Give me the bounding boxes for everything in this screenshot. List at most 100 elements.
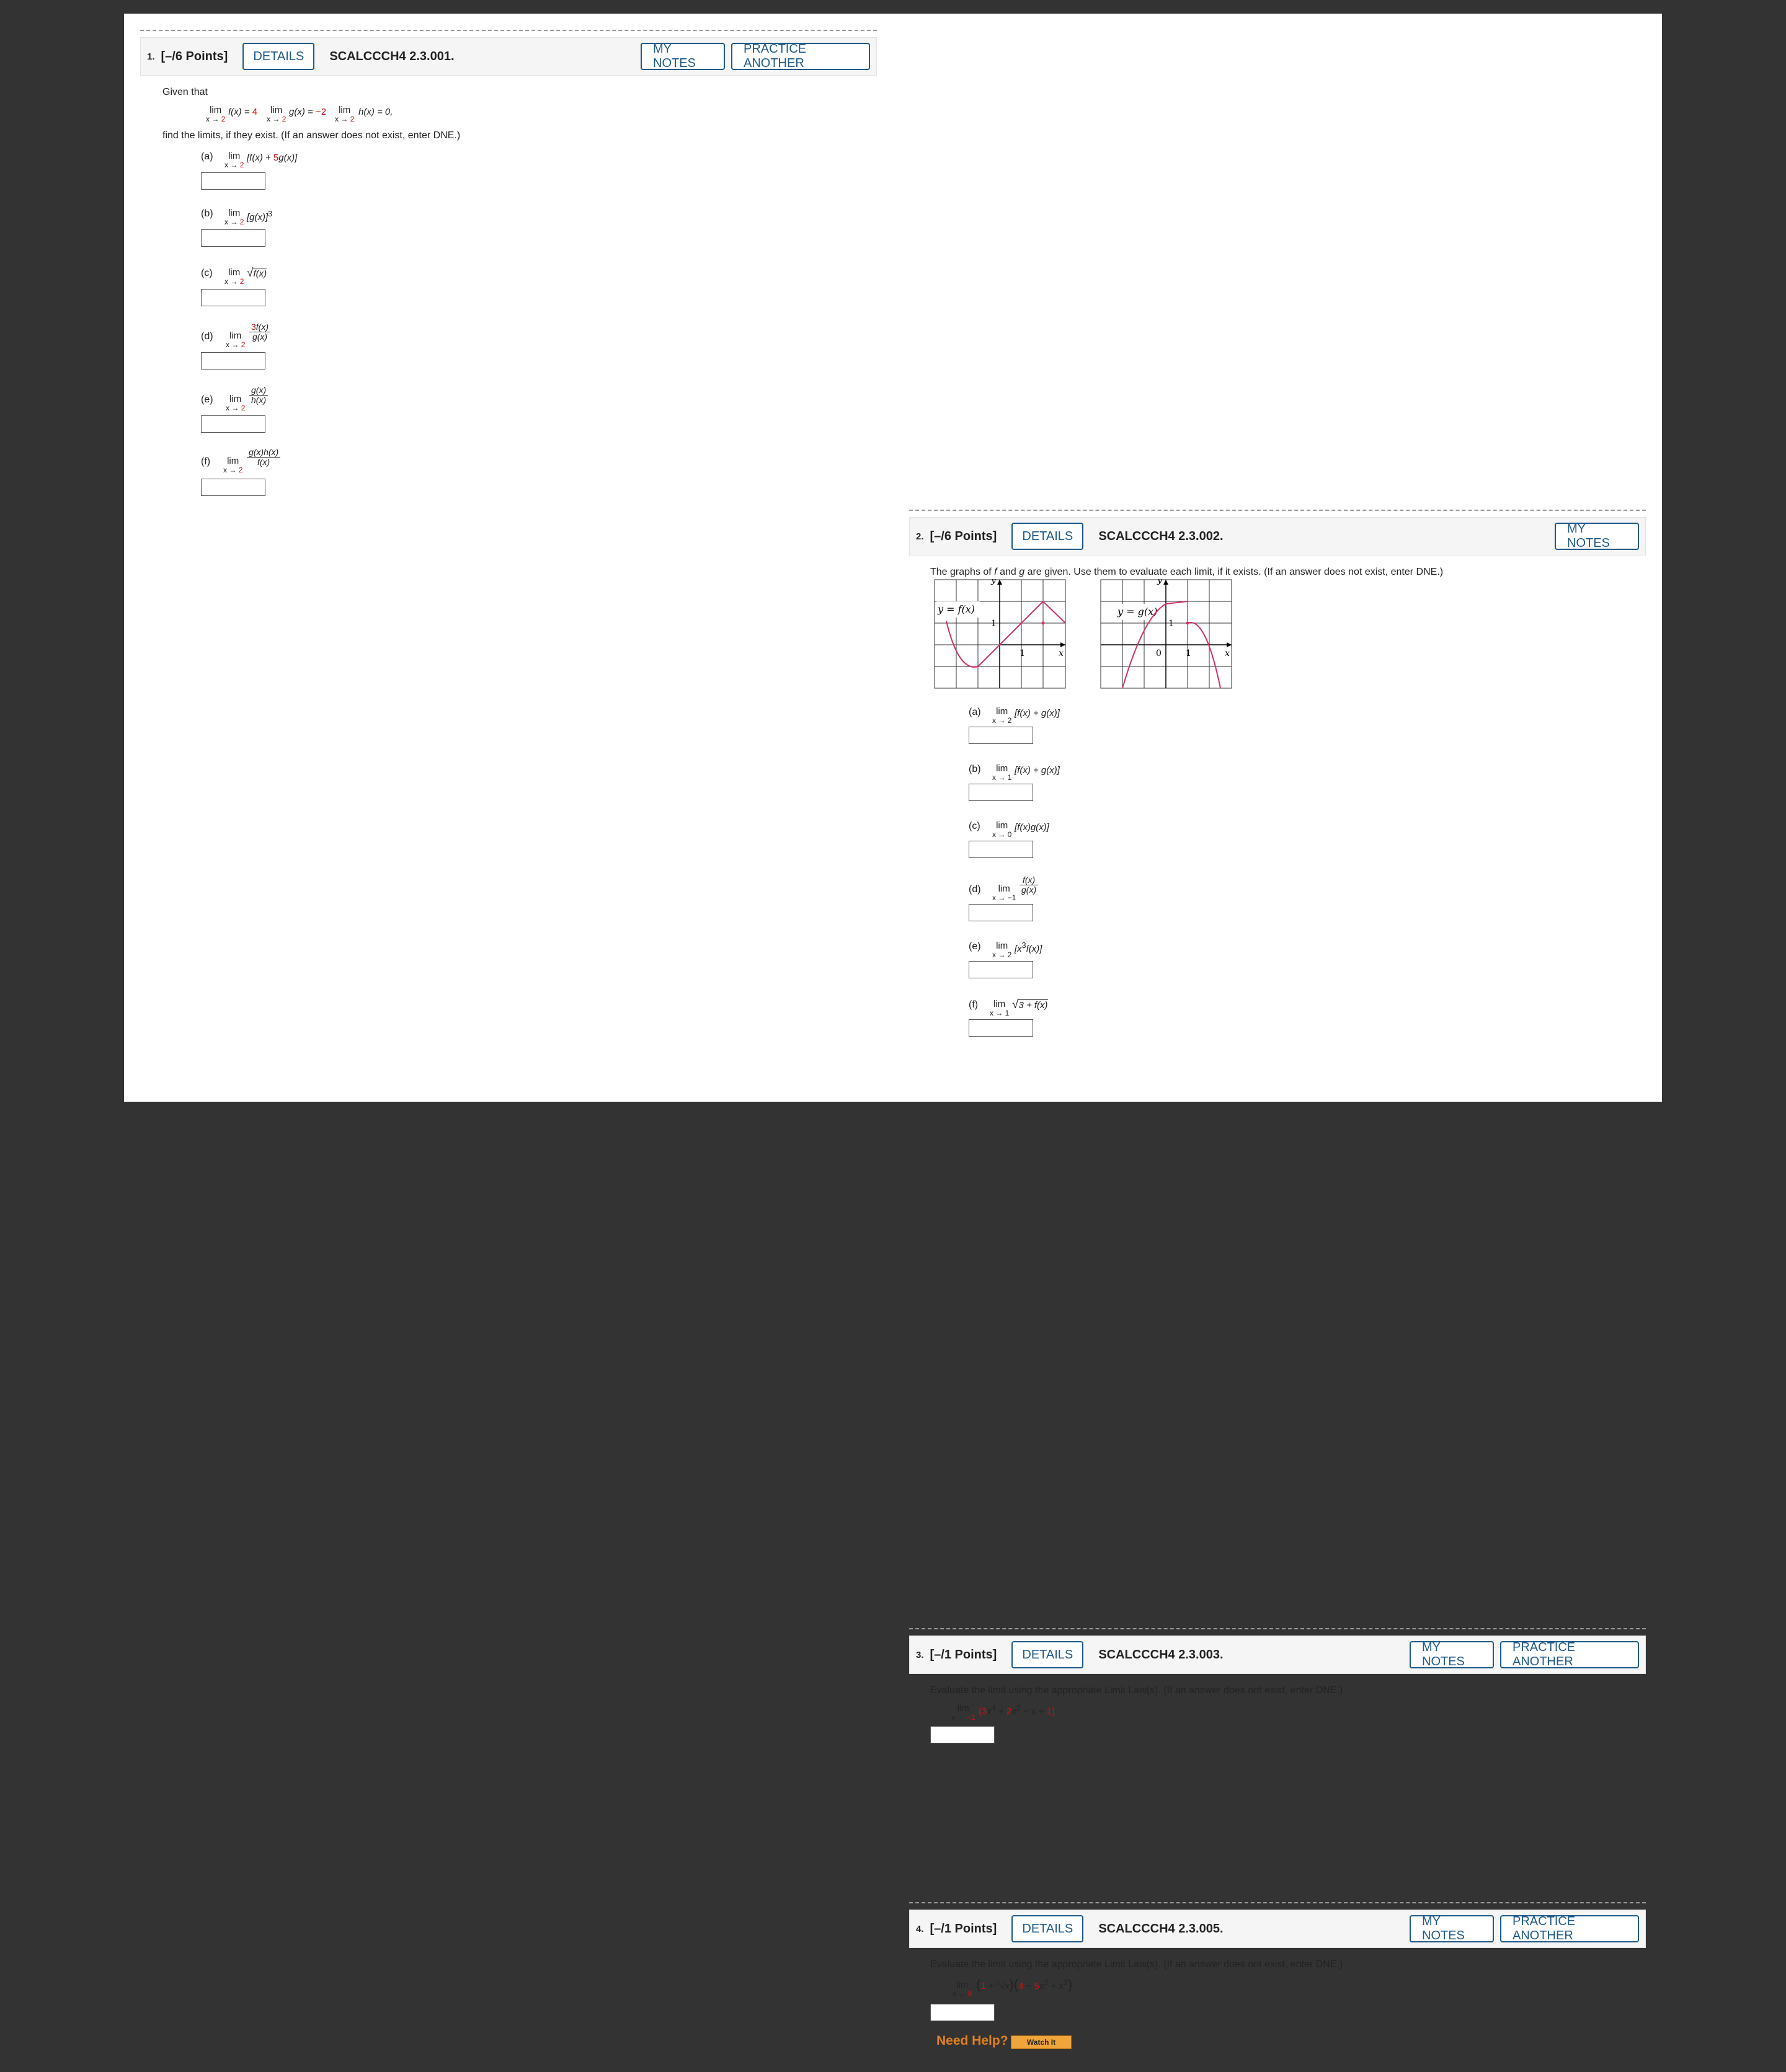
separator	[909, 1628, 1646, 1629]
given-text: Given that	[162, 87, 208, 97]
graph-f-label: y = f(x)	[937, 603, 975, 615]
part-f-label: (f)	[201, 456, 211, 467]
answer-input-d[interactable]	[969, 904, 1033, 921]
part-d-limit: lim x → 2	[226, 330, 246, 349]
question-number: 4.	[916, 1923, 924, 1934]
details-button[interactable]: DETAILS	[1011, 1915, 1084, 1942]
given-limit-g: lim x → 2	[267, 105, 287, 123]
details-button[interactable]: DETAILS	[1011, 1641, 1084, 1668]
answer-input-a[interactable]	[201, 172, 265, 190]
question-header: 3. [–/1 Points] DETAILS SCALCCCH4 2.3.00…	[909, 1636, 1646, 1674]
question-3: 3. [–/1 Points] DETAILS SCALCCCH4 2.3.00…	[909, 1628, 1646, 1761]
intro-text: The graphs of f and g are given. Use the…	[930, 567, 1444, 577]
given-limit-h: lim x → 2	[335, 105, 355, 123]
my-notes-button[interactable]: MY NOTES	[1410, 1640, 1494, 1668]
question-4: 4. [–/1 Points] DETAILS SCALCCCH4 2.3.00…	[909, 1902, 1646, 2072]
part-f-limit: lim x → 1	[990, 999, 1010, 1017]
answer-input-b[interactable]	[201, 229, 265, 247]
graph-g: y = g(x) y x 1 1 0	[1100, 579, 1232, 689]
graph-g-curve-right	[1187, 622, 1221, 689]
answer-input-f[interactable]	[969, 1019, 1033, 1037]
my-notes-button[interactable]: MY NOTES	[1555, 522, 1639, 550]
question-number: 1.	[147, 51, 155, 62]
question-header: 2. [–/6 Points] DETAILS SCALCCCH4 2.3.00…	[909, 517, 1646, 556]
graph-g-tick-x: 1	[1186, 649, 1191, 658]
practice-another-button[interactable]: PRACTICE ANOTHER	[1500, 1915, 1639, 1942]
answer-input-e[interactable]	[969, 961, 1033, 978]
answer-input-b[interactable]	[969, 784, 1033, 801]
details-button[interactable]: DETAILS	[1011, 523, 1084, 550]
part-a-limit: lim x → 2	[992, 706, 1012, 725]
part-a-expr: [f(x) + 5g(x)]	[247, 153, 298, 163]
part-c-limit: lim x → 2	[224, 267, 244, 286]
graph-f-y-label: y	[990, 579, 997, 585]
graph-g-tick-y: 1	[1168, 619, 1174, 629]
question-code: SCALCCCH4 2.3.005.	[1098, 1921, 1224, 1936]
part-c-expr: √f(x)	[247, 267, 267, 280]
question-body: Evaluate the limit using the appropriate…	[909, 1948, 1646, 2072]
part-b-limit: lim x → 1	[992, 763, 1012, 782]
answer-input-d[interactable]	[201, 352, 265, 370]
part-d-expr: 3f(x) g(x)	[249, 322, 271, 342]
question-points: [–/6 Points]	[161, 49, 228, 63]
answer-input-a[interactable]	[969, 727, 1033, 744]
part-d-label: (d)	[969, 884, 981, 895]
part-a-label: (a)	[201, 151, 213, 162]
question-header: 4. [–/1 Points] DETAILS SCALCCCH4 2.3.00…	[909, 1910, 1646, 1948]
part-f-expr: g(x)h(x) f(x)	[247, 447, 281, 467]
graph-g-point	[1186, 621, 1189, 625]
question-body: Evaluate the limit using the appropriate…	[909, 1674, 1646, 1761]
my-notes-button[interactable]: MY NOTES	[641, 42, 725, 70]
answer-input-f[interactable]	[201, 479, 265, 496]
separator	[140, 30, 877, 31]
answer-input-c[interactable]	[969, 841, 1033, 858]
practice-another-button[interactable]: PRACTICE ANOTHER	[1500, 1640, 1639, 1668]
part-b-limit: lim x → 2	[224, 208, 244, 226]
graph-f-tick-x: 1	[1020, 649, 1025, 658]
part-e-limit: lim x → 2	[226, 394, 246, 412]
separator	[909, 510, 1646, 511]
graph-f-point	[1041, 621, 1045, 625]
details-button[interactable]: DETAILS	[242, 43, 315, 70]
part-e-label: (e)	[201, 394, 213, 405]
limit-expr: (1 + 3√x)(4 − 5x2 + x3)	[976, 1977, 1073, 1992]
given-limit-f: lim x → 2	[206, 105, 226, 123]
part-c-label: (c)	[969, 821, 980, 831]
answer-input[interactable]	[930, 2004, 995, 2021]
part-a-label: (a)	[969, 707, 981, 717]
given-expr-f: f(x) = 4	[228, 107, 258, 117]
instruction-text: Evaluate the limit using the appropriate…	[930, 1959, 1343, 1970]
my-notes-button[interactable]: MY NOTES	[1410, 1915, 1494, 1942]
part-b-expr: [f(x) + g(x)]	[1015, 765, 1060, 776]
watch-it-button[interactable]: Watch It	[1011, 2035, 1072, 2049]
question-1: 1. [–/6 Points] DETAILS SCALCCCH4 2.3.00…	[140, 30, 877, 510]
question-body: Given that lim x → 2 f(x) = 4 lim x → 2 …	[140, 76, 877, 510]
part-b-label: (b)	[969, 764, 981, 774]
part-c-expr: [f(x)g(x)]	[1015, 822, 1049, 833]
part-e-expr: [x3f(x)]	[1015, 941, 1042, 954]
part-b-label: (b)	[201, 208, 213, 219]
question-code: SCALCCCH4 2.3.003.	[1098, 1647, 1224, 1662]
practice-another-button[interactable]: PRACTICE ANOTHER	[731, 42, 870, 70]
answer-input-c[interactable]	[201, 289, 265, 306]
graph-g-y-label: y	[1157, 579, 1163, 585]
given-expr-h: h(x) = 0,	[358, 107, 393, 117]
limit-expr: (3x4 + 2x2 − x + 1)	[979, 1704, 1055, 1717]
part-b-expr: [g(x)]3	[247, 210, 273, 223]
question-2: 2. [–/6 Points] DETAILS SCALCCCH4 2.3.00…	[909, 510, 1646, 1069]
answer-input-e[interactable]	[201, 415, 265, 433]
graph-g-x-label: x	[1225, 649, 1230, 658]
part-c-limit: lim x → 0	[992, 820, 1012, 839]
part-e-expr: g(x) h(x)	[249, 385, 269, 405]
answer-input[interactable]	[930, 1726, 995, 1743]
part-a-limit: lim x → 2	[224, 151, 244, 169]
question-number: 2.	[916, 531, 924, 542]
part-a-expr: [f(x) + g(x)]	[1015, 708, 1060, 719]
graph-f: y = f(x) y x 1 1	[934, 579, 1066, 689]
part-f-label: (f)	[969, 999, 979, 1010]
part-c-label: (c)	[201, 268, 213, 278]
question-code: SCALCCCH4 2.3.001.	[329, 49, 455, 63]
separator	[909, 1902, 1646, 1903]
graph-g-tick-zero: 0	[1156, 649, 1162, 658]
question-points: [–/1 Points]	[930, 1647, 997, 1662]
